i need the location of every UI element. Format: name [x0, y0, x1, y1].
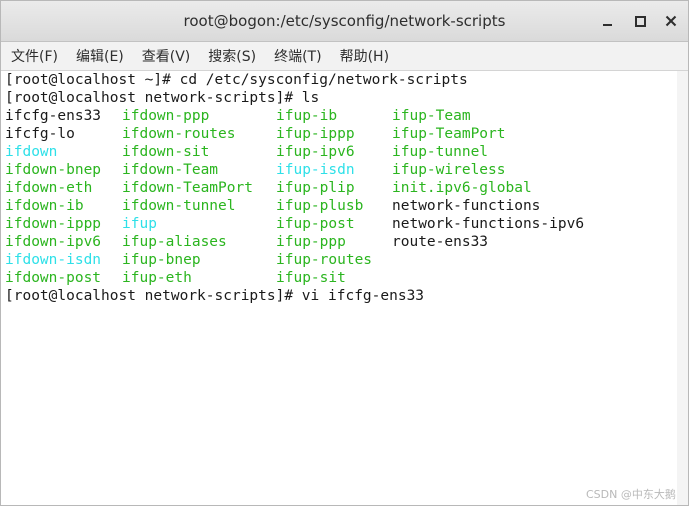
- ls-entry: ifup-ppp: [276, 234, 346, 250]
- ls-entry: ifdown-bnep: [5, 162, 102, 178]
- menu-edit[interactable]: 编辑(E): [66, 46, 132, 66]
- close-button[interactable]: [661, 11, 681, 31]
- ls-entry: ifup-ipv6: [276, 144, 355, 160]
- watermark: CSDN @中东大鹅: [586, 488, 676, 501]
- ls-entry: ifdown-TeamPort: [122, 180, 253, 196]
- menu-bar: 文件(F) 编辑(E) 查看(V) 搜索(S) 终端(T) 帮助(H): [1, 42, 688, 71]
- ls-entry: ifup: [122, 216, 157, 232]
- maximize-icon: [634, 15, 646, 27]
- menu-terminal[interactable]: 终端(T): [264, 46, 329, 66]
- ls-entry: route-ens33: [392, 234, 489, 250]
- ls-entry: ifup-Team: [392, 108, 471, 124]
- minimize-button[interactable]: [597, 11, 617, 31]
- ls-entry: ifup-sit: [276, 270, 346, 286]
- menu-search[interactable]: 搜索(S): [198, 46, 264, 66]
- ls-entry: ifup-aliases: [122, 234, 227, 250]
- title-bar[interactable]: root@bogon:/etc/sysconfig/network-script…: [1, 1, 688, 42]
- menu-help[interactable]: 帮助(H): [330, 46, 397, 66]
- ls-entry: ifup-plusb: [276, 198, 364, 214]
- ls-entry: ifdown-sit: [122, 144, 210, 160]
- ls-entry: ifcfg-ens33: [5, 108, 102, 124]
- window-title: root@bogon:/etc/sysconfig/network-script…: [183, 12, 506, 30]
- ls-entry: ifdown-ppp: [122, 108, 210, 124]
- ls-entry: ifup-ib: [276, 108, 338, 124]
- ls-entry: ifdown-isdn: [5, 252, 102, 268]
- ls-entry: init.ipv6-global: [392, 180, 532, 196]
- ls-entry: ifdown-routes: [122, 126, 236, 142]
- menu-view[interactable]: 查看(V): [132, 46, 199, 66]
- ls-entry: ifup-TeamPort: [392, 126, 506, 142]
- prompt-line-ls: [root@localhost network-scripts]# ls: [5, 90, 320, 106]
- maximize-button[interactable]: [630, 11, 650, 31]
- ls-entry: ifdown: [5, 144, 58, 160]
- ls-entry: ifup-eth: [122, 270, 192, 286]
- ls-entry: ifup-routes: [276, 252, 373, 268]
- ls-entry: network-functions: [392, 198, 541, 214]
- ls-entry: ifup-ippp: [276, 126, 355, 142]
- ls-entry: ifup-isdn: [276, 162, 355, 178]
- ls-entry: ifdown-tunnel: [122, 198, 236, 214]
- ls-entry: ifup-bnep: [122, 252, 201, 268]
- ls-entry: ifdown-ipv6: [5, 234, 102, 250]
- menu-file[interactable]: 文件(F): [1, 46, 66, 66]
- close-icon: [665, 15, 677, 27]
- prompt-line-cd: [root@localhost ~]# cd /etc/sysconfig/ne…: [5, 72, 468, 88]
- minimize-icon: [602, 24, 612, 26]
- terminal-window: root@bogon:/etc/sysconfig/network-script…: [0, 0, 689, 506]
- ls-entry: ifdown-ib: [5, 198, 84, 214]
- ls-entry: ifdown-Team: [122, 162, 219, 178]
- ls-entry: ifcfg-lo: [5, 126, 75, 142]
- prompt-line-vi: [root@localhost network-scripts]# vi ifc…: [5, 288, 425, 304]
- ls-entry: ifdown-eth: [5, 180, 93, 196]
- ls-entry: ifup-tunnel: [392, 144, 489, 160]
- ls-entry: network-functions-ipv6: [392, 216, 585, 232]
- ls-entry: ifdown-ippp: [5, 216, 102, 232]
- ls-entry: ifdown-post: [5, 270, 102, 286]
- ls-entry: ifup-post: [276, 216, 355, 232]
- ls-entry: ifup-wireless: [392, 162, 506, 178]
- terminal-scrollbar[interactable]: [677, 71, 688, 505]
- ls-entry: ifup-plip: [276, 180, 355, 196]
- terminal-output[interactable]: [root@localhost ~]# cd /etc/sysconfig/ne…: [1, 71, 677, 505]
